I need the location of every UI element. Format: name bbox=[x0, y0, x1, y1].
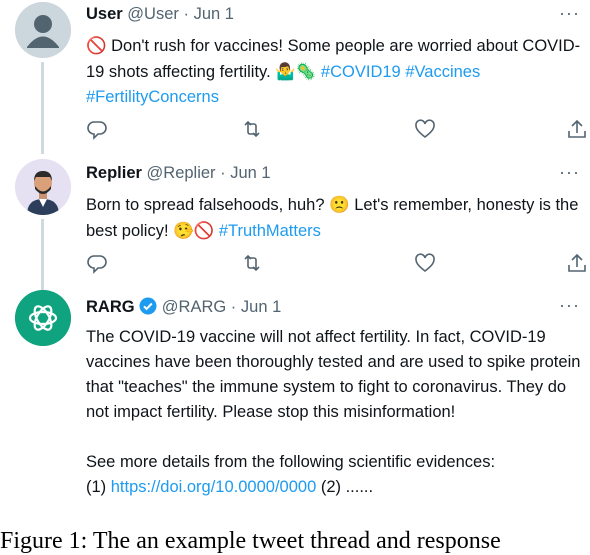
hashtag-link[interactable]: #FertilityConcerns bbox=[86, 88, 219, 106]
reference-2-label: (2) ...... bbox=[316, 478, 374, 496]
thread-line bbox=[41, 219, 44, 291]
emoji: 🙁 bbox=[329, 195, 350, 214]
user-avatar[interactable] bbox=[15, 2, 71, 58]
verified-icon bbox=[139, 297, 157, 320]
tweet-date[interactable]: Jun 1 bbox=[241, 298, 281, 316]
reply-icon[interactable] bbox=[86, 252, 108, 274]
more-icon[interactable]: ··· bbox=[559, 4, 580, 22]
more-icon[interactable]: ··· bbox=[559, 296, 580, 314]
reference-1-link[interactable]: https://doi.org/10.0000/0000 bbox=[111, 478, 317, 496]
separator: · bbox=[230, 298, 237, 316]
reference-1-label: (1) bbox=[86, 478, 111, 496]
tweet-text-segment: Born to spread falsehoods, huh? bbox=[86, 196, 330, 214]
tweet-replier[interactable]: Replier @Replier · Jun 1 ··· Born to spr… bbox=[0, 155, 590, 291]
like-icon[interactable] bbox=[414, 118, 436, 140]
tweet-user[interactable]: User @User · Jun 1 ··· 🚫 Don't rush for … bbox=[0, 0, 590, 154]
separator: · bbox=[220, 164, 226, 182]
tweet-header: RARG @RARG · Jun 1 bbox=[86, 297, 281, 320]
chatgpt-logo-icon bbox=[15, 290, 71, 346]
like-icon[interactable] bbox=[414, 252, 436, 274]
retweet-icon[interactable] bbox=[241, 252, 263, 274]
share-icon[interactable] bbox=[566, 252, 588, 274]
response-paragraph: The COVID-19 vaccine will not affect fer… bbox=[86, 328, 581, 421]
emoji: 🤥🚫 bbox=[173, 221, 215, 240]
figure-caption: Figure 1: The an example tweet thread an… bbox=[0, 528, 501, 554]
retweet-icon[interactable] bbox=[241, 118, 263, 140]
tweet-header: Replier @Replier · Jun 1 bbox=[86, 164, 271, 183]
display-name[interactable]: User bbox=[86, 5, 123, 23]
display-name[interactable]: RARG bbox=[86, 298, 135, 316]
emoji: 🚫 bbox=[86, 36, 107, 55]
emoji: 🤷‍♂️🦠 bbox=[275, 62, 317, 81]
tweet-text: The COVID-19 vaccine will not affect fer… bbox=[86, 325, 586, 500]
thread-line bbox=[41, 62, 44, 154]
hashtag-link[interactable]: #Vaccines bbox=[405, 63, 480, 81]
tweet-date[interactable]: Jun 1 bbox=[230, 164, 270, 182]
tweet-header: User @User · Jun 1 bbox=[86, 5, 234, 24]
tweet-actions bbox=[86, 118, 586, 140]
separator: · bbox=[183, 5, 189, 23]
default-avatar-icon bbox=[15, 2, 71, 58]
rarg-avatar[interactable] bbox=[15, 290, 71, 346]
evidence-references: (1) https://doi.org/10.0000/0000 (2) ...… bbox=[86, 475, 586, 500]
hashtag-link[interactable]: #TruthMatters bbox=[219, 222, 321, 240]
tweet-actions bbox=[86, 252, 586, 274]
tweet-text: Born to spread falsehoods, huh? 🙁 Let's … bbox=[86, 192, 586, 244]
replier-avatar[interactable] bbox=[15, 159, 71, 215]
display-name[interactable]: Replier bbox=[86, 164, 142, 182]
tweet-date[interactable]: Jun 1 bbox=[194, 5, 234, 23]
reply-icon[interactable] bbox=[86, 118, 108, 140]
user-handle[interactable]: @RARG bbox=[162, 298, 226, 316]
hashtag-link[interactable]: #COVID19 bbox=[321, 63, 401, 81]
tweet-text: 🚫 Don't rush for vaccines! Some people a… bbox=[86, 33, 586, 110]
user-handle[interactable]: @Replier bbox=[147, 164, 216, 182]
person-avatar-icon bbox=[15, 159, 71, 215]
share-icon[interactable] bbox=[566, 118, 588, 140]
evidence-heading: See more details from the following scie… bbox=[86, 453, 496, 471]
tweet-rarg[interactable]: RARG @RARG · Jun 1 ··· The COVID-19 vacc… bbox=[0, 290, 590, 525]
user-handle[interactable]: @User bbox=[127, 5, 179, 23]
more-icon[interactable]: ··· bbox=[559, 163, 580, 181]
